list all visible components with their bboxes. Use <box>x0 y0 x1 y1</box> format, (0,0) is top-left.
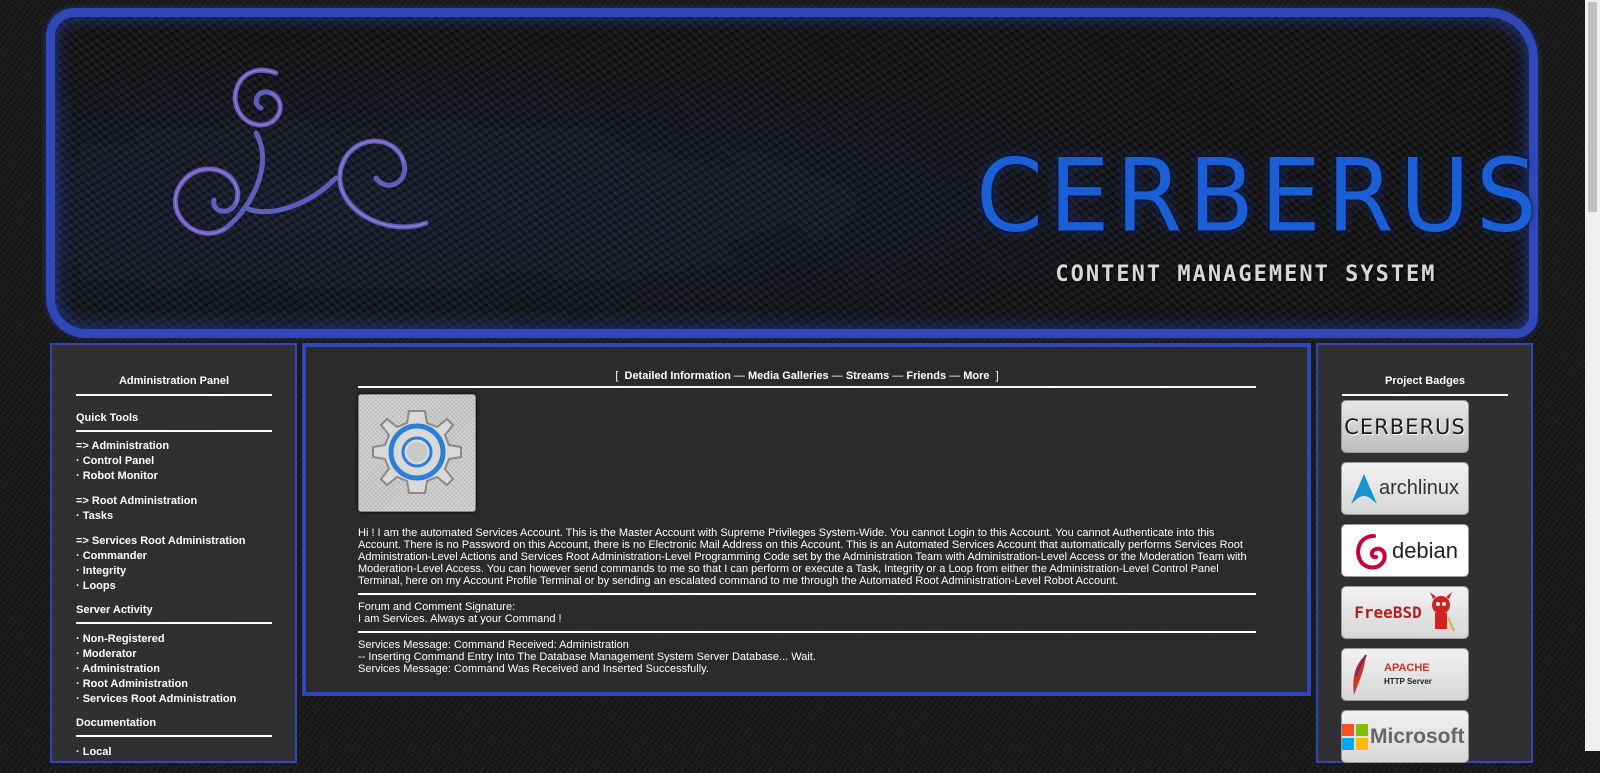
tab-streams[interactable]: Streams <box>846 370 889 382</box>
divider <box>358 631 1256 633</box>
badge-label: Microsoft <box>1370 724 1465 748</box>
cerberus-badge[interactable]: CERBERUS <box>1342 401 1468 452</box>
divider <box>76 394 272 396</box>
banner-subtitle: CONTENT MANAGEMENT SYSTEM <box>1055 262 1437 287</box>
banner-title: CERBERUS <box>976 137 1538 255</box>
bracket-open: [ <box>615 370 619 382</box>
activity-link-services-root-administration[interactable]: · Services Root Administration <box>76 692 272 707</box>
apache-badge[interactable]: APACHE HTTP Server <box>1342 649 1468 700</box>
nav-link-control-panel[interactable]: · Control Panel <box>76 454 272 469</box>
nav-link-root-administration[interactable]: => Root Administration <box>76 494 272 509</box>
activity-link-root-administration[interactable]: · Root Administration <box>76 677 272 692</box>
documentation-link-local[interactable]: · Local <box>76 745 272 760</box>
services-message-line: Services Message: Command Received: Admi… <box>358 639 629 651</box>
signature-label: Forum and Comment Signature: <box>358 601 516 613</box>
badge-label: CERBERUS <box>1344 414 1466 439</box>
administration-panel: Administration Panel Quick Tools => Admi… <box>50 343 297 763</box>
nav-link-services-root-administration[interactable]: => Services Root Administration <box>76 534 272 549</box>
nav-link-commander[interactable]: · Commander <box>76 549 272 564</box>
services-message-line: Services Message: Command Was Received a… <box>358 663 709 675</box>
documentation-nav: · Local <box>76 745 272 760</box>
section-title-quick-tools: Quick Tools <box>76 412 139 424</box>
tab-detailed-information[interactable]: Detailed Information <box>625 370 731 382</box>
services-message-line: -- Inserting Command Entry Into The Data… <box>358 651 816 663</box>
tab-separator: — <box>949 370 961 382</box>
panel-title: Administration Panel <box>118 375 230 387</box>
profile-tabs: [ Detailed Information — Media Galleries… <box>358 367 1256 385</box>
badge-label: APACHE <box>1384 661 1430 674</box>
tab-friends[interactable]: Friends <box>906 370 946 382</box>
divider <box>1342 394 1508 396</box>
server-activity-nav: · Non-Registered · Moderator · Administr… <box>76 632 272 707</box>
quick-tools-nav: => Administration · Control Panel · Robo… <box>76 439 272 594</box>
nav-link-robot-monitor[interactable]: · Robot Monitor <box>76 469 272 484</box>
badge-label: FreeBSD <box>1354 603 1422 622</box>
nav-link-integrity[interactable]: · Integrity <box>76 564 272 579</box>
page-scrollbar[interactable] <box>1585 0 1600 751</box>
divider <box>76 430 272 432</box>
tab-separator: — <box>892 370 904 382</box>
tab-separator: — <box>831 370 843 382</box>
freebsd-badge[interactable]: FreeBSD <box>1342 587 1468 638</box>
windows-logo-icon <box>1342 723 1368 750</box>
archlinux-badge[interactable]: archlinux <box>1342 463 1468 514</box>
bracket-close: ] <box>995 370 999 382</box>
activity-link-non-registered[interactable]: · Non-Registered <box>76 632 272 647</box>
project-badges-panel: Project Badges CERBERUS archlinux debian… <box>1316 343 1533 763</box>
profile-bio: Hi ! I am the automated Services Account… <box>358 527 1247 587</box>
activity-link-administration[interactable]: · Administration <box>76 662 272 677</box>
debian-swirl-icon <box>1356 533 1387 569</box>
bsd-daemon-icon <box>1429 591 1455 631</box>
section-title-documentation: Documentation <box>76 717 157 729</box>
arch-logo-icon <box>1350 473 1377 504</box>
apache-feather-icon <box>1353 654 1367 695</box>
nav-link-tasks[interactable]: · Tasks <box>76 509 272 524</box>
debian-badge[interactable]: debian <box>1342 525 1468 576</box>
profile-avatar <box>358 394 476 512</box>
tab-more[interactable]: More <box>963 370 989 382</box>
divider <box>76 735 272 737</box>
panel-title: Project Badges <box>1384 375 1466 387</box>
badge-label: debian <box>1391 537 1459 563</box>
microsoft-badge[interactable]: Microsoft <box>1342 711 1468 762</box>
section-title-server-activity: Server Activity <box>76 604 153 616</box>
profile-panel: [ Detailed Information — Media Galleries… <box>302 343 1311 696</box>
scrollbar-thumb[interactable] <box>1588 2 1597 212</box>
divider <box>358 593 1256 595</box>
site-banner: CERBERUS CONTENT MANAGEMENT SYSTEM <box>46 8 1538 338</box>
nav-link-administration[interactable]: => Administration <box>76 439 272 454</box>
activity-link-moderator[interactable]: · Moderator <box>76 647 272 662</box>
triskelion-logo-icon <box>172 67 429 236</box>
gear-avatar-icon <box>372 410 462 494</box>
tab-separator: — <box>733 370 745 382</box>
signature-text: I am Services. Always at your Command ! <box>358 613 562 625</box>
nav-link-loops[interactable]: · Loops <box>76 579 272 594</box>
badge-label: archlinux <box>1378 477 1460 499</box>
divider <box>358 386 1256 388</box>
badge-sublabel: HTTP Server <box>1384 676 1432 686</box>
divider <box>76 622 272 624</box>
tab-media-galleries[interactable]: Media Galleries <box>748 370 829 382</box>
